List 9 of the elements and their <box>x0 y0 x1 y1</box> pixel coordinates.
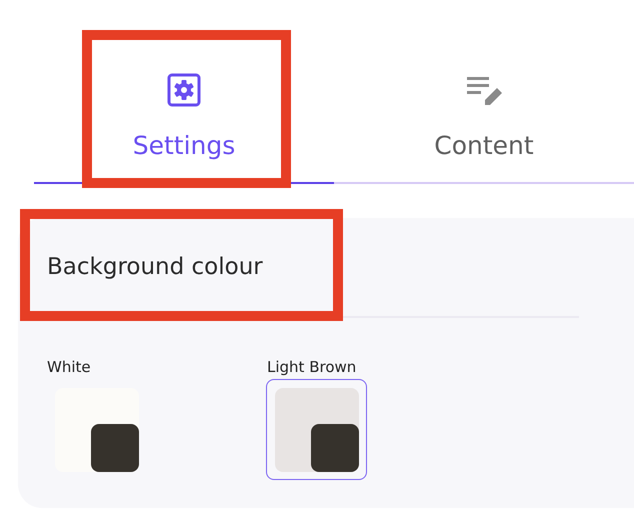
colour-swatch[interactable] <box>266 378 367 480</box>
option-label: White <box>47 357 92 378</box>
text-sample-square <box>311 424 359 472</box>
option-label: Light Brown <box>267 357 358 378</box>
tab[interactable]: Content <box>334 30 634 184</box>
tab[interactable]: Settings <box>34 30 334 184</box>
settings-icon <box>165 70 203 108</box>
text-sample-square <box>91 424 139 472</box>
section-title: Background colour <box>47 254 263 282</box>
